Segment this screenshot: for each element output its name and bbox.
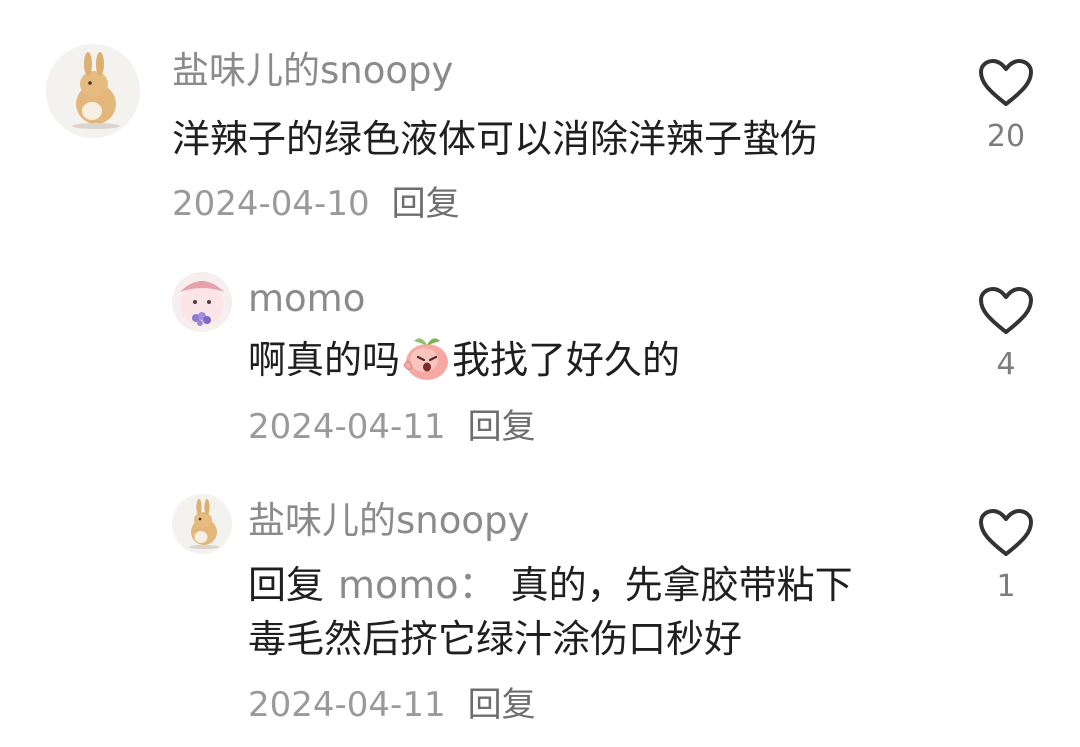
reply-item: momo 啊真的吗 我找了好久的 2024-04-11 回复 4 <box>0 240 1080 470</box>
reply-prefix: 回复 <box>248 563 325 607</box>
reply-button[interactable]: 回复 <box>392 184 460 224</box>
heart-icon <box>979 287 1033 334</box>
comment-date: 2024-04-11 <box>248 407 446 447</box>
like-count: 1 <box>996 569 1016 604</box>
comment-text: 啊真的吗 我找了好久的 <box>248 333 680 387</box>
reply-button[interactable]: 回复 <box>468 407 536 447</box>
heart-icon <box>979 59 1033 106</box>
reply-button[interactable]: 回复 <box>468 685 536 725</box>
like-button[interactable]: 4 <box>976 286 1036 380</box>
comment-text: 回复 momo： 真的，先拿胶带粘下 <box>248 558 853 612</box>
comment-text-part: 啊真的吗 <box>248 338 401 382</box>
peach-emoji-icon <box>403 338 449 380</box>
username[interactable]: momo <box>248 280 365 317</box>
username[interactable]: 盐味儿的snoopy <box>172 52 453 89</box>
comment-text: 洋辣子的绿色液体可以消除洋辣子蛰伤 <box>172 117 819 161</box>
like-button[interactable]: 20 <box>976 58 1036 152</box>
comment-text-part: 我找了好久的 <box>452 338 681 382</box>
reply-item: 盐味儿的snoopy 回复 momo： 真的，先拿胶带粘下 毒毛然后挤它绿汁涂伤口秒… <box>0 470 1080 747</box>
bunny-avatar-icon <box>46 44 140 138</box>
like-button[interactable]: 1 <box>976 508 1036 602</box>
user-avatar[interactable] <box>46 44 140 138</box>
username[interactable]: 盐味儿的snoopy <box>248 502 529 539</box>
user-avatar[interactable] <box>172 494 232 554</box>
comment-meta: 2024-04-11 回复 <box>248 688 536 722</box>
comment-section: 盐味儿的snoopy 洋辣子的绿色液体可以消除洋辣子蛰伤 2024-04-10 回… <box>0 0 1080 747</box>
comment-text-line2: 毒毛然后挤它绿汁涂伤口秒好 <box>248 617 743 661</box>
comment-meta: 2024-04-11 回复 <box>248 410 536 444</box>
comment-date: 2024-04-10 <box>172 184 370 224</box>
bunny-avatar-icon <box>172 494 232 554</box>
comment-item: 盐味儿的snoopy 洋辣子的绿色液体可以消除洋辣子蛰伤 2024-04-10 回… <box>0 0 1080 240</box>
user-avatar[interactable] <box>172 272 232 332</box>
comment-text-part: 真的，先拿胶带粘下 <box>510 563 853 607</box>
like-count: 4 <box>996 347 1016 382</box>
comment-date: 2024-04-11 <box>248 685 446 725</box>
like-count: 20 <box>986 119 1026 154</box>
heart-icon <box>979 509 1033 556</box>
comment-meta: 2024-04-10 回复 <box>172 187 460 221</box>
mention-link[interactable]: momo： <box>338 563 497 607</box>
peach-flower-avatar-icon <box>172 272 232 332</box>
